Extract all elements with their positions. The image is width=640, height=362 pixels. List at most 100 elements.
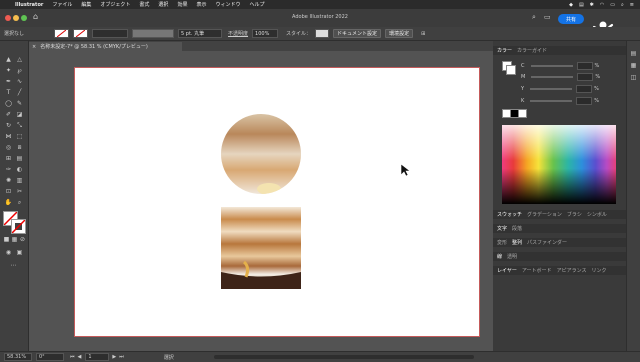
hand-tool-icon[interactable]: ✋ <box>4 198 13 207</box>
tab-stroke[interactable]: 線 <box>497 253 502 260</box>
color-panel-stroke[interactable] <box>506 65 516 75</box>
artboard[interactable] <box>74 67 480 337</box>
status-mode[interactable]: 選択 <box>164 354 174 361</box>
black-field[interactable] <box>576 97 593 105</box>
menu-help[interactable]: ヘルプ <box>249 1 264 8</box>
magenta-slider[interactable] <box>531 76 574 78</box>
eyedropper-icon[interactable]: ✑ <box>4 165 13 174</box>
search-help-icon[interactable]: ⌕ <box>532 13 536 22</box>
workspace-icon[interactable]: ▭ <box>544 13 551 21</box>
black-slider[interactable] <box>530 100 573 102</box>
preferences-button[interactable]: 環境設定 <box>385 29 414 38</box>
battery-icon[interactable]: ▭ <box>610 2 615 8</box>
arrange-icon[interactable]: ⊞ <box>421 31 425 37</box>
tab-links[interactable]: リンク <box>591 267 606 274</box>
menu-object[interactable]: オブジェクト <box>100 1 130 8</box>
tab-gradient[interactable]: グラデーション <box>527 211 562 218</box>
share-button[interactable]: 共有 <box>558 14 584 24</box>
fill-swatch[interactable] <box>54 29 70 38</box>
cyan-slider[interactable] <box>530 65 573 67</box>
properties-icon[interactable]: ▤ <box>629 49 638 58</box>
tab-pathfinder[interactable]: パスファインダー <box>527 239 567 246</box>
column-graph-icon[interactable]: ▥ <box>15 176 24 185</box>
style-swatch[interactable] <box>315 29 330 38</box>
last-artboard-icon[interactable]: ⏭ <box>119 354 124 360</box>
menu-file[interactable]: ファイル <box>52 1 72 8</box>
control-center-icon[interactable]: ≡ <box>630 2 634 8</box>
tab-brushes[interactable]: ブラシ <box>567 211 582 218</box>
mesh-tool-icon[interactable]: ⊞ <box>4 154 13 163</box>
first-artboard-icon[interactable]: ⏮ <box>70 354 75 360</box>
tab-color-guide[interactable]: カラーガイド <box>517 47 547 54</box>
document-setup-button[interactable]: ドキュメント設定 <box>333 29 382 38</box>
tab-paragraph[interactable]: 段落 <box>512 225 522 232</box>
yellow-field[interactable] <box>576 85 593 93</box>
tab-align[interactable]: 整列 <box>512 239 522 246</box>
horizontal-scrollbar[interactable] <box>213 355 474 359</box>
cyan-field[interactable] <box>576 62 593 70</box>
tab-color[interactable]: カラー <box>497 47 512 54</box>
scale-tool-icon[interactable]: ⤡ <box>15 121 24 130</box>
rotation-field[interactable]: 0° <box>36 353 64 361</box>
flag-icon[interactable]: ▤ <box>579 2 584 8</box>
document-tab[interactable]: × 名称未設定-7* @ 58.31 % (CMYK/プレビュー) <box>28 42 182 51</box>
rectangle-image[interactable] <box>221 207 301 289</box>
wifi-icon[interactable]: ◠ <box>600 2 604 8</box>
menu-app[interactable]: Illustrator <box>15 2 43 8</box>
symbol-sprayer-icon[interactable]: ✺ <box>4 176 13 185</box>
prev-artboard-icon[interactable]: ◀ <box>78 354 82 360</box>
type-tool-icon[interactable]: T <box>4 88 13 97</box>
ellipse-tool-icon[interactable]: ◯ <box>4 99 13 108</box>
tab-appearance[interactable]: アピアランス <box>557 267 587 274</box>
menu-view[interactable]: 表示 <box>196 1 206 8</box>
white-swatch[interactable] <box>518 109 527 118</box>
tab-layers[interactable]: レイヤー <box>497 267 517 274</box>
tab-artboards[interactable]: アートボード <box>522 267 552 274</box>
stroke-box[interactable] <box>11 219 26 234</box>
tab-symbols[interactable]: シンボル <box>587 211 607 218</box>
rotate-tool-icon[interactable]: ↻ <box>4 121 13 130</box>
curvature-tool-icon[interactable]: ∿ <box>15 77 24 86</box>
dropbox-icon[interactable]: ◆ <box>569 2 573 8</box>
search-icon[interactable]: ⌕ <box>621 2 624 8</box>
width-tool-icon[interactable]: ⋈ <box>4 132 13 141</box>
assets-icon[interactable]: ◫ <box>629 73 638 82</box>
none-mode-icon[interactable]: ⊘ <box>18 235 27 244</box>
menu-type[interactable]: 書式 <box>139 1 149 8</box>
tab-transparency[interactable]: 透明 <box>507 253 517 260</box>
shape-builder-icon[interactable]: ◎ <box>4 143 13 152</box>
edit-toolbar-icon[interactable]: ⋯ <box>9 261 18 270</box>
selection-tool-icon[interactable]: ▲ <box>4 55 13 64</box>
close-tab-icon[interactable]: × <box>32 44 36 50</box>
gradient-tool-icon[interactable]: ▤ <box>15 154 24 163</box>
variable-width-field[interactable] <box>132 29 175 38</box>
paintbrush-icon[interactable]: ✎ <box>15 99 24 108</box>
draw-mode-icon[interactable]: ◉ <box>4 248 13 257</box>
free-transform-icon[interactable]: ⬚ <box>15 132 24 141</box>
screen-mode-icon[interactable]: ▣ <box>15 248 24 257</box>
tab-swatches[interactable]: スウォッチ <box>497 211 522 218</box>
blend-tool-icon[interactable]: ◐ <box>15 165 24 174</box>
eraser-icon[interactable]: ◪ <box>15 110 24 119</box>
zoom-tool-icon[interactable]: ⌕ <box>15 198 24 207</box>
pen-tool-icon[interactable]: ✒ <box>4 77 13 86</box>
shaper-tool-icon[interactable]: ✐ <box>4 110 13 119</box>
color-spectrum[interactable] <box>502 125 616 204</box>
direct-selection-tool-icon[interactable]: △ <box>15 55 24 64</box>
stroke-swatch[interactable] <box>73 29 89 38</box>
artboard-number-field[interactable]: 1 <box>85 353 110 361</box>
fill-stroke-widget[interactable] <box>3 211 26 234</box>
tab-character[interactable]: 文字 <box>497 225 507 232</box>
opacity-field[interactable]: 100% <box>252 29 279 38</box>
menu-edit[interactable]: 編集 <box>81 1 91 8</box>
magenta-field[interactable] <box>577 73 594 81</box>
brush-field[interactable]: 5 pt. 丸筆 <box>178 29 223 38</box>
zoom-field[interactable]: 58.31% <box>4 353 32 361</box>
tab-transform[interactable]: 変形 <box>497 239 507 246</box>
menu-select[interactable]: 選択 <box>158 1 168 8</box>
slice-tool-icon[interactable]: ✂ <box>15 187 24 196</box>
circle-clipped-image[interactable] <box>221 114 301 195</box>
perspective-grid-icon[interactable]: ⧈ <box>15 143 24 152</box>
bluetooth-icon[interactable]: ✱ <box>590 2 594 8</box>
artboard-tool-icon[interactable]: ⊡ <box>4 187 13 196</box>
